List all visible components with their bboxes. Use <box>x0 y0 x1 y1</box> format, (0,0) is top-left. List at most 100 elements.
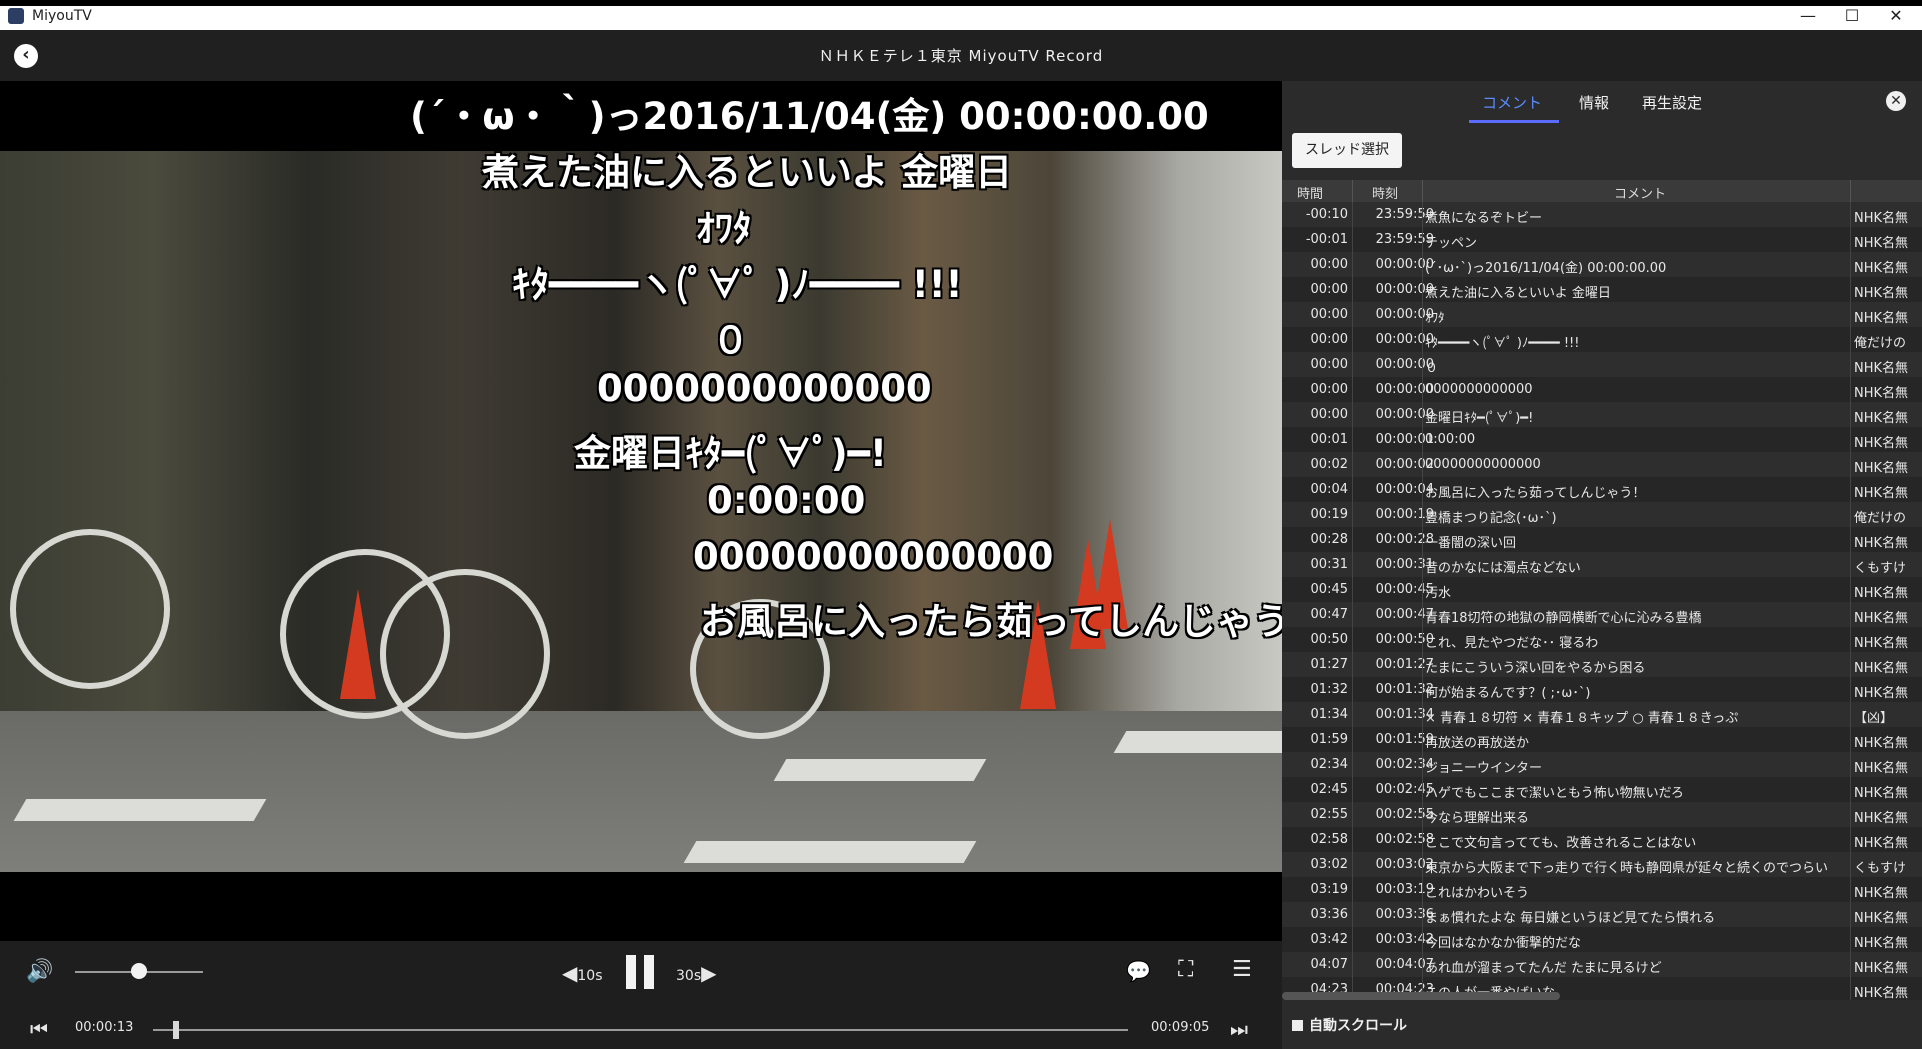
comment-row[interactable]: 02:45 00:02:45 ハゲでもここまで潔いともう怖い物無いだろ NHK名無 <box>1282 777 1922 802</box>
skip-previous-icon[interactable]: ⏮ <box>30 1017 48 1041</box>
comment-row[interactable]: 00:00 00:00:00 ｵﾜﾀ NHK名無 <box>1282 302 1922 327</box>
comment-row-text: 今なら理解出来る <box>1425 811 1530 826</box>
comment-row[interactable]: 04:07 00:04:07 あれ血が溜まってたんだ たまに見るけど NHK名無 <box>1282 952 1922 977</box>
comment-row-elapsed: 00:00 <box>1310 257 1348 272</box>
comment-row[interactable]: 01:32 00:01:32 何が始まるんです？( ;･ω･`) NHK名無 <box>1282 677 1922 702</box>
maximize-button[interactable]: ☐ <box>1830 4 1874 28</box>
comment-row[interactable]: 00:47 00:00:47 青春18切符の地獄の静岡横断で心に沁みる豊橋 NHK名無 <box>1282 602 1922 627</box>
comment-list[interactable]: -00:10 23:59:50 煮魚になるぞトビー NHK名無 -00:01 23:59:… <box>1282 202 1922 1000</box>
fullscreen-icon[interactable]: ⛶ <box>1178 957 1193 982</box>
comment-row[interactable]: 01:34 00:01:34 × 青春１８切符 × 青春１８キップ ○ 青春１８きっ… <box>1282 702 1922 727</box>
pause-button[interactable] <box>626 955 656 989</box>
column-divider <box>1352 377 1353 402</box>
comment-row[interactable]: 03:42 00:03:42 今回はなかなか衝撃的だな NHK名無 <box>1282 927 1922 952</box>
app-logo-icon <box>8 8 24 24</box>
column-divider <box>1352 452 1353 477</box>
triangle-left-icon: ◀ <box>562 961 578 985</box>
current-time: 00:00:13 <box>75 1020 134 1035</box>
comment-row-elapsed: -00:10 <box>1305 207 1348 222</box>
comment-row[interactable]: 00:02 00:00:02 00000000000000 NHK名無 <box>1282 452 1922 477</box>
seek-bar[interactable] <box>153 1029 1128 1031</box>
overlay-comment: 0000000000000 <box>597 367 932 410</box>
seek-bar-knob[interactable] <box>173 1021 180 1039</box>
comment-list-icon[interactable]: ☰ <box>1232 957 1252 982</box>
comment-row-user: 【凶】 <box>1854 711 1894 726</box>
overlay-comment: 金曜日ｷﾀ━(ﾟ∀ﾟ)━! <box>574 432 887 475</box>
comment-row[interactable]: 00:19 00:00:19 豊橋まつり記念(･ω･`) 俺だけの <box>1282 502 1922 527</box>
column-divider <box>1850 502 1851 527</box>
comment-row[interactable]: 00:45 00:00:45 汚水 NHK名無 <box>1282 577 1922 602</box>
comment-row[interactable]: 00:00 00:00:00 ０ NHK名無 <box>1282 352 1922 377</box>
comment-row[interactable]: 00:00 00:00:00 金曜日ｷﾀ━(ﾟ∀ﾟ)━! NHK名無 <box>1282 402 1922 427</box>
comment-row[interactable]: 00:01 00:00:01 0:00:00 NHK名無 <box>1282 427 1922 452</box>
minimize-button[interactable]: — <box>1786 4 1830 28</box>
comment-row-elapsed: 02:58 <box>1310 832 1348 847</box>
comment-row-elapsed: 00:28 <box>1310 532 1348 547</box>
comment-row-elapsed: 00:00 <box>1310 307 1348 322</box>
comment-row-elapsed: 03:36 <box>1310 907 1348 922</box>
tab-info[interactable]: 情報 <box>1579 92 1609 113</box>
comment-row-elapsed: 03:19 <box>1310 882 1348 897</box>
forward-button[interactable]: 30s▶ <box>676 961 717 985</box>
column-divider <box>1352 852 1353 877</box>
auto-scroll-checkbox[interactable]: 自動スクロール <box>1292 1015 1407 1035</box>
window-close-button[interactable]: ✕ <box>1874 4 1918 28</box>
comment-panel: コメント 情報 再生設定 ✕ スレッド選択 時間 時刻 コメント -00:10 2… <box>1282 81 1922 1049</box>
thread-select-button[interactable]: スレッド選択 <box>1292 133 1402 168</box>
forward-label: 30s <box>676 968 702 984</box>
checkbox-icon <box>1292 1020 1303 1031</box>
comment-row[interactable]: 03:19 00:03:19 これはかわいそう NHK名無 <box>1282 877 1922 902</box>
column-divider <box>1422 577 1423 602</box>
skip-next-icon[interactable]: ⏭ <box>1230 1017 1248 1041</box>
total-time: 00:09:05 <box>1151 1020 1210 1035</box>
column-divider <box>1422 427 1423 452</box>
column-divider <box>1850 180 1851 202</box>
auto-scroll-label: 自動スクロール <box>1309 1018 1407 1034</box>
comment-row-user: NHK名無 <box>1854 236 1909 251</box>
comment-row[interactable]: 00:28 00:00:28 一番闇の深い回 NHK名無 <box>1282 527 1922 552</box>
horizontal-scrollbar[interactable] <box>1282 992 1560 1000</box>
column-header-comment[interactable]: コメント <box>1614 183 1666 202</box>
volume-icon[interactable]: 🔊 <box>26 959 53 984</box>
tab-playback-settings[interactable]: 再生設定 <box>1642 92 1702 113</box>
column-divider <box>1352 627 1353 652</box>
column-divider <box>1850 677 1851 702</box>
tab-comments[interactable]: コメント <box>1482 92 1542 113</box>
comment-row[interactable]: -00:01 23:59:59 テッペン NHK名無 <box>1282 227 1922 252</box>
volume-slider-knob[interactable] <box>131 963 147 979</box>
comment-row[interactable]: 00:04 00:00:04 お風呂に入ったら茹ってしんじゃう！ NHK名無 <box>1282 477 1922 502</box>
close-icon[interactable]: ✕ <box>1886 91 1906 111</box>
overlay-comments: (´・ω・｀)っ2016/11/04(金) 00:00:00.00 煮えた油に入… <box>0 81 1282 781</box>
player-controls: 🔊 ◀10s 30s▶ 💬 ⛶ ☰ ⏮ 00:00:13 00:09:05 ⏭ <box>0 941 1282 1049</box>
comment-row[interactable]: 03:02 00:03:02 東京から大阪まで下っ走りで行く時も静岡県が延々と続くの… <box>1282 852 1922 877</box>
comment-row[interactable]: -00:10 23:59:50 煮魚になるぞトビー NHK名無 <box>1282 202 1922 227</box>
comment-row[interactable]: 00:00 00:00:00 (´･ω･`)っ2016/11/04(金) 00:00… <box>1282 252 1922 277</box>
comment-row[interactable]: 02:55 00:02:55 今なら理解出来る NHK名無 <box>1282 802 1922 827</box>
column-divider <box>1850 577 1851 602</box>
column-divider <box>1422 852 1423 877</box>
comment-row[interactable]: 00:31 00:00:31 昔のかなには濁点などない くもすけ <box>1282 552 1922 577</box>
column-divider <box>1422 552 1423 577</box>
video-player[interactable]: (´・ω・｀)っ2016/11/04(金) 00:00:00.00 煮えた油に入… <box>0 81 1282 941</box>
comment-row[interactable]: 00:00 00:00:00 ｷﾀ━━━━ヽ(ﾟ∀ﾟ )ﾉ━━━━ !!! 俺だけの <box>1282 327 1922 352</box>
comment-row-text: ハゲでもここまで潔いともう怖い物無いだろ <box>1425 786 1684 801</box>
comment-row[interactable]: 02:34 00:02:34 ジョニーウインター NHK名無 <box>1282 752 1922 777</box>
comment-row-elapsed: 00:02 <box>1310 457 1348 472</box>
comment-toggle-icon[interactable]: 💬 <box>1126 959 1151 983</box>
comment-row[interactable]: 02:58 00:02:58 ここで文句言ってても、改善されることはない NHK名無 <box>1282 827 1922 852</box>
comment-row-text: たまにこういう深い回をやるから困る <box>1425 661 1646 676</box>
comment-row[interactable]: 00:00 00:00:00 煮えた油に入るといいよ 金曜日 NHK名無 <box>1282 277 1922 302</box>
overlay-comment: (´・ω・｀)っ2016/11/04(金) 00:00:00.00 <box>410 95 1209 138</box>
comment-row-elapsed: 03:42 <box>1310 932 1348 947</box>
comment-table-header: 時間 時刻 コメント <box>1282 180 1922 202</box>
comment-row[interactable]: 00:00 00:00:00 0000000000000 NHK名無 <box>1282 377 1922 402</box>
rewind-button[interactable]: ◀10s <box>562 961 603 985</box>
column-header-clock[interactable]: 時刻 <box>1372 183 1398 202</box>
panel-tabs: コメント 情報 再生設定 ✕ <box>1282 81 1922 123</box>
comment-row[interactable]: 01:59 00:01:59 再放送の再放送か NHK名無 <box>1282 727 1922 752</box>
column-divider <box>1352 180 1353 202</box>
comment-row[interactable]: 03:36 00:03:36 まぁ慣れたよな 毎日嫌というほど見てたら慣れる NHK名… <box>1282 902 1922 927</box>
column-header-time[interactable]: 時間 <box>1297 183 1323 202</box>
comment-row[interactable]: 00:50 00:00:50 これ、見たやつだな･･ 寝るわ NHK名無 <box>1282 627 1922 652</box>
comment-row[interactable]: 01:27 00:01:27 たまにこういう深い回をやるから困る NHK名無 <box>1282 652 1922 677</box>
